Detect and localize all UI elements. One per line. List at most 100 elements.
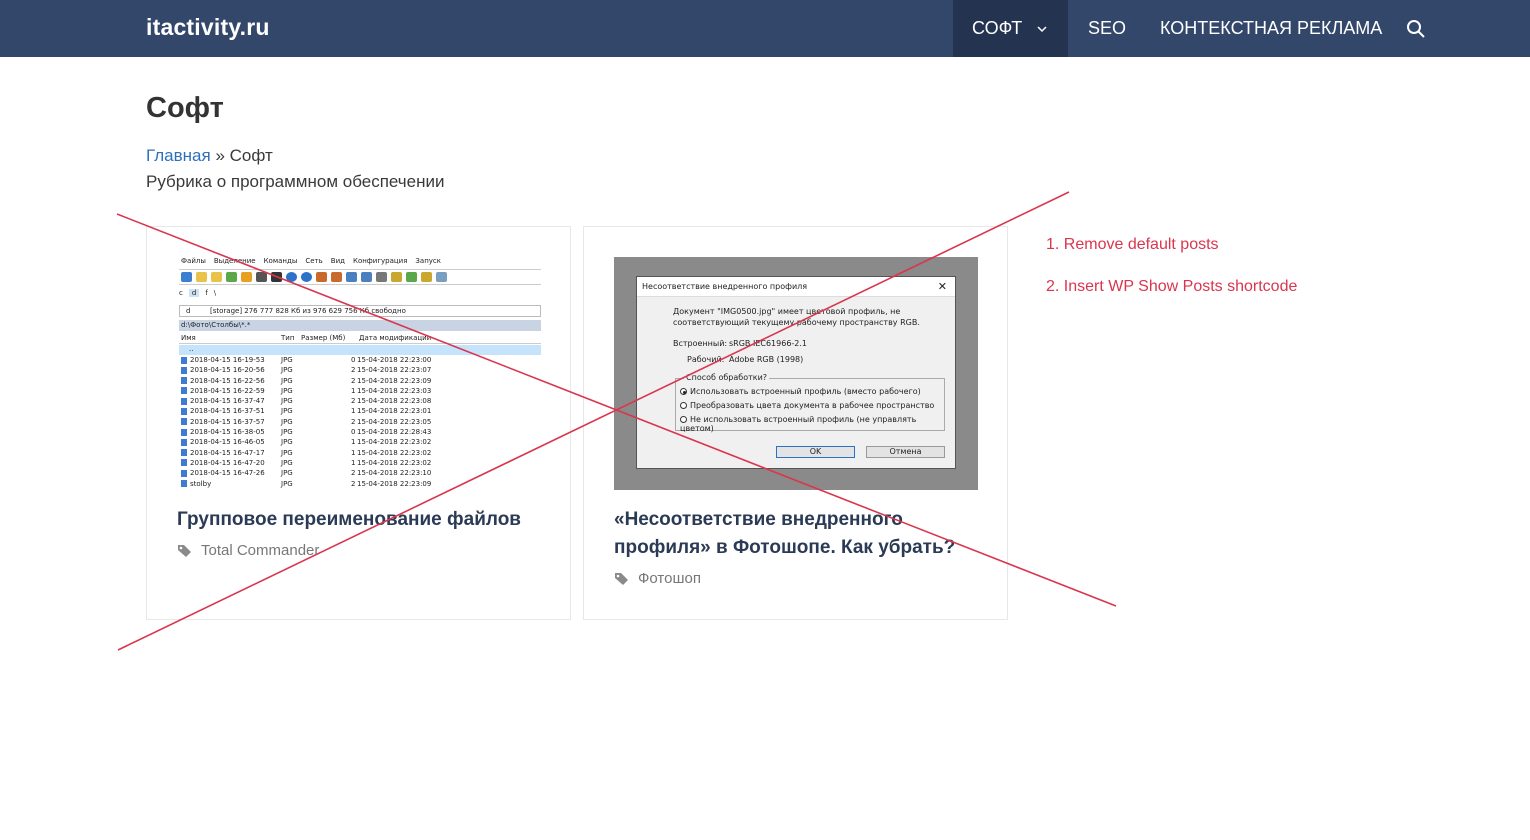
ps-message: соответствующий текущему рабочему простр…	[673, 318, 920, 327]
page-title: Софт	[146, 92, 224, 124]
tc-file-size: 0	[351, 428, 356, 437]
ps-embedded-value: sRGB IEC61966-2.1	[729, 339, 808, 348]
image-file-icon	[181, 356, 187, 364]
tc-file-row: stolby JPG 2 15-04-2018 22:23:09	[179, 479, 541, 489]
tc-file-name-text: 2018-04-15 16-46-05	[190, 438, 265, 447]
tc-file-row: 2018-04-15 16-47-20 JPG 1 15-04-2018 22:23:…	[179, 458, 541, 468]
nav-item-label: СОФТ	[972, 18, 1023, 38]
tc-file-type: JPG	[281, 376, 293, 385]
tc-file-name: 2018-04-15 16-47-20	[181, 458, 265, 468]
breadcrumb-home-link[interactable]: Главная	[146, 146, 211, 165]
close-icon: ✕	[937, 280, 947, 293]
search-icon	[1407, 19, 1425, 38]
nav-item-label: SEO	[1088, 18, 1127, 38]
post-title-link[interactable]: «Несоответствие внедренного профиля» в Ф…	[614, 506, 984, 562]
tc-file-date: 15-04-2018 22:23:02	[357, 438, 432, 447]
tc-file-date: 15-04-2018 22:23:01	[357, 407, 432, 416]
ps-option: Использовать встроенный профиль (вместо …	[680, 387, 921, 396]
tc-file-row: 2018-04-15 16-46-05 JPG 1 15-04-2018 22:23:…	[179, 437, 541, 447]
tc-file-name: 2018-04-15 16-20-56	[181, 365, 265, 375]
ps-option-label: Использовать встроенный профиль (вместо …	[690, 387, 921, 396]
site-logo[interactable]: itactivity.ru	[146, 14, 270, 41]
tc-file-row: 2018-04-15 16-37-51 JPG 1 15-04-2018 22:23:…	[179, 406, 541, 416]
ps-working-value: Adobe RGB (1998)	[729, 355, 804, 364]
ps-cancel-button: Отмена	[866, 446, 945, 458]
radio-icon	[680, 402, 687, 409]
tc-file-type: JPG	[281, 438, 293, 447]
post-card: Файлы Выделение Команды Сеть Вид Конфигу…	[146, 226, 571, 620]
post-tag[interactable]: Фотошоп	[614, 570, 701, 587]
tc-file-row: 2018-04-15 16-19-53 JPG 0 15-04-2018 22:23:…	[179, 355, 541, 365]
image-file-icon	[181, 377, 187, 385]
tc-file-type: JPG	[281, 428, 293, 437]
tc-col-size: Размер (Мб)	[301, 334, 346, 342]
image-file-icon	[181, 397, 187, 405]
tc-file-date: 15-04-2018 22:23:02	[357, 458, 432, 467]
tc-file-type: JPG	[281, 469, 293, 478]
tc-file-type: JPG	[281, 417, 293, 426]
tc-menu-item: Команды	[263, 257, 298, 265]
tc-file-name-text: 2018-04-15 16-22-56	[190, 376, 265, 385]
tc-drive: d	[188, 289, 200, 297]
tc-menu-item: Конфигурация	[352, 257, 408, 265]
tc-file-name: 2018-04-15 16-38-05	[181, 427, 265, 437]
tc-drive-select: d	[186, 307, 191, 315]
image-file-icon	[181, 469, 187, 477]
ps-dialog-title: Несоответствие внедренного профиля ✕	[637, 277, 955, 297]
tc-file-type: JPG	[281, 397, 293, 406]
tc-drives: c d f \	[179, 289, 216, 297]
tc-file-name: 2018-04-15 16-22-59	[181, 386, 265, 396]
tc-updir-label: ..	[189, 345, 194, 353]
tc-file-row: 2018-04-15 16-37-57 JPG 2 15-04-2018 22:23:…	[179, 417, 541, 427]
ps-dialog: Несоответствие внедренного профиля ✕ Док…	[636, 276, 956, 469]
nav-item-seo[interactable]: SEO	[1088, 0, 1126, 57]
image-file-icon	[181, 449, 187, 457]
ps-option: Преобразовать цвета документа в рабочее …	[680, 401, 934, 410]
tc-file-row: 2018-04-15 16-47-26 JPG 2 15-04-2018 22:23:…	[179, 468, 541, 478]
tc-file-name: 2018-04-15 16-37-57	[181, 417, 265, 427]
post-tag[interactable]: Total Commander	[177, 542, 319, 559]
nav-item-soft[interactable]: СОФТ	[953, 0, 1068, 57]
ps-group-label: Способ обработки?	[684, 373, 770, 382]
tc-file-name-text: 2018-04-15 16-37-47	[190, 397, 265, 406]
tc-columns: Имя Тип Размер (Мб) Дата модификации	[179, 333, 541, 344]
radio-selected-icon	[680, 388, 687, 395]
tc-file-row: 2018-04-15 16-37-47 JPG 2 15-04-2018 22:23:…	[179, 396, 541, 406]
nav-item-context-ads[interactable]: КОНТЕКСТНАЯ РЕКЛАМА	[1160, 0, 1382, 57]
tc-file-size: 1	[351, 448, 356, 457]
tc-file-size: 2	[351, 397, 356, 406]
ps-option-label: Не использовать встроенный профиль (не у…	[680, 415, 917, 433]
image-file-icon	[181, 480, 187, 488]
tc-file-size: 2	[351, 366, 356, 375]
post-title-link[interactable]: Групповое переименование файлов	[177, 506, 547, 534]
tc-file-type: JPG	[281, 356, 293, 364]
tc-file-name: 2018-04-15 16-19-53	[181, 355, 265, 365]
annotation-notes: 1. Remove default posts 2. Insert WP Sho…	[1046, 236, 1297, 320]
tc-file-size: 1	[351, 407, 356, 416]
post-thumbnail[interactable]: Файлы Выделение Команды Сеть Вид Конфигу…	[177, 257, 541, 490]
tc-file-row: 2018-04-15 16-22-56 JPG 2 15-04-2018 22:23:…	[179, 376, 541, 386]
tc-file-name-text: 2018-04-15 16-19-53	[190, 356, 265, 364]
ps-options-group: Способ обработки? Использовать встроенны…	[675, 373, 945, 433]
tc-file-type: JPG	[281, 386, 293, 395]
tc-file-name-text: 2018-04-15 16-47-20	[190, 458, 265, 467]
photoshop-dialog-screenshot: Несоответствие внедренного профиля ✕ Док…	[614, 257, 978, 490]
image-file-icon	[181, 418, 187, 426]
tc-drive: c	[179, 289, 183, 297]
tc-file-size: 1	[351, 386, 356, 395]
tc-file-type: JPG	[281, 366, 293, 375]
tc-menu-item: Запуск	[415, 257, 441, 265]
category-description: Рубрика о программном обеспечении	[146, 172, 445, 191]
post-thumbnail[interactable]: Несоответствие внедренного профиля ✕ Док…	[614, 257, 978, 490]
tc-file-name-text: 2018-04-15 16-47-26	[190, 469, 265, 478]
image-file-icon	[181, 366, 187, 374]
chevron-down-icon	[1037, 25, 1047, 32]
breadcrumb: Главная » Софт	[146, 146, 273, 166]
tc-file-name: 2018-04-15 16-22-56	[181, 376, 265, 386]
image-file-icon	[181, 428, 187, 436]
search-button[interactable]	[1406, 0, 1428, 57]
ps-option: Не использовать встроенный профиль (не у…	[680, 415, 944, 433]
tc-file-size: 1	[351, 458, 356, 467]
tc-file-size: 2	[351, 479, 356, 488]
ps-embedded-label: Встроенный:	[673, 339, 728, 348]
